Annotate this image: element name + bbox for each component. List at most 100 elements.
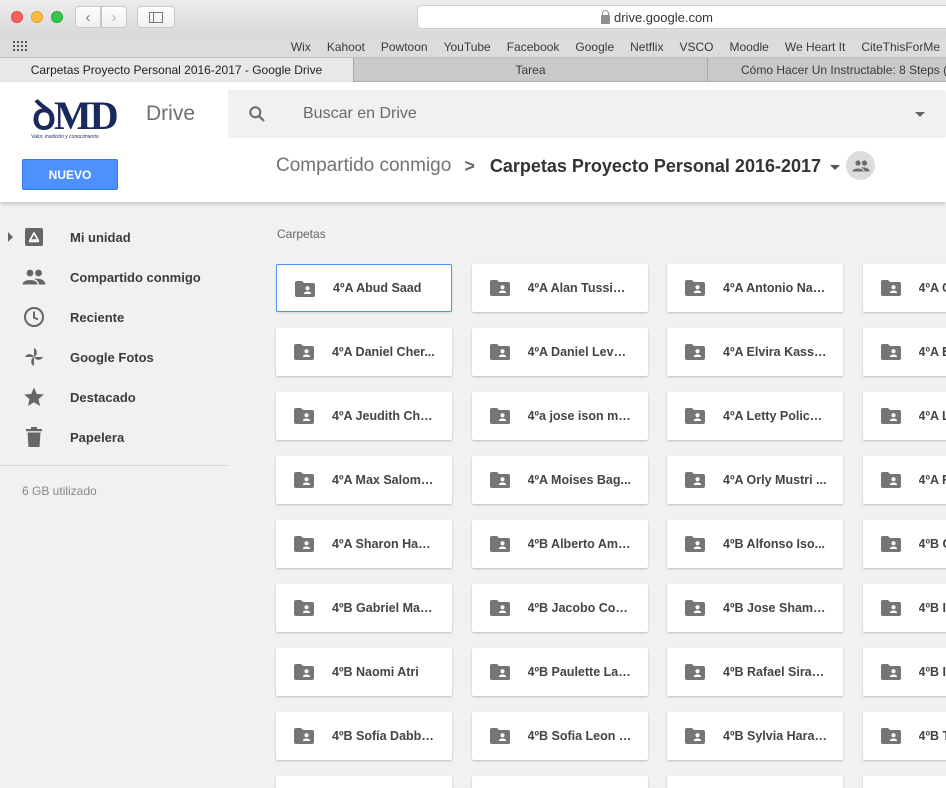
folder-tile[interactable]: 4ºA F [862,456,946,504]
folder-tile[interactable]: 4ºB Sofía Dabba... [276,712,452,760]
expand-arrow-icon[interactable] [8,232,13,242]
forward-button[interactable]: › [101,6,127,28]
zoom-window-button[interactable] [51,11,63,23]
folder-tile[interactable] [471,776,648,788]
school-logo[interactable]: ꝺMD Valor, tradición y conocimiento [28,96,132,141]
folder-tile[interactable]: 4ºB Rafael Sirazi... [667,648,843,696]
folder-tile[interactable]: 4ºA Max Salomo... [276,456,452,504]
sidebar-item-reciente[interactable]: Reciente [0,297,250,337]
new-button[interactable]: NUEVO [22,159,118,190]
folder-tile[interactable]: 4ºA Moises Bag... [471,456,648,504]
sidebar-item-compartido[interactable]: Compartido conmigo [0,257,250,297]
folder-tile[interactable]: 4ºA Elvira Kassi... [667,328,843,376]
folder-tile[interactable]: 4ºA Abud Saad [276,264,452,312]
folder-name: 4ºA Antonio Nak... [723,281,827,295]
breadcrumb-parent[interactable]: Compartido conmigo [276,155,451,177]
sidebar-item-google-fotos[interactable]: Google Fotos [0,337,250,377]
folder-name: 4ºA Max Salomo... [332,473,436,487]
show-sidebar-button[interactable] [137,6,175,28]
top-sites-grid-icon[interactable] [13,41,27,51]
browser-tab-drive[interactable]: Carpetas Proyecto Personal 2016-2017 - G… [0,58,354,82]
folder-tile[interactable]: 4ºA Letty Polica... [667,392,843,440]
shared-folder-icon [489,728,510,744]
search-bar[interactable] [228,90,946,138]
shared-folder-icon [489,344,510,360]
favorite-link[interactable]: We Heart It [785,40,845,54]
shared-folder-button[interactable] [846,151,875,180]
folder-name: 4ºB Sofía Dabba... [332,729,436,743]
folder-name: 4ºA Jeudith Cha... [332,409,436,423]
sidebar-item-mi-unidad[interactable]: Mi unidad [0,217,250,257]
folder-tile[interactable]: 4ºB I [862,648,946,696]
folder-tile[interactable] [276,776,452,788]
folder-tile[interactable] [862,776,946,788]
folder-name: 4ºB Sylvia Harar... [723,729,827,743]
favorite-link[interactable]: VSCO [679,40,713,54]
minimize-window-button[interactable] [31,11,43,23]
folders-section-title: Carpetas [277,227,326,241]
folder-tile[interactable]: 4ºB Naomi Atri [276,648,452,696]
shared-folder-icon [880,472,901,488]
storage-usage[interactable]: 6 GB utilizado [22,484,97,498]
address-bar[interactable]: drive.google.com [417,5,946,29]
folder-tile[interactable]: 4ºA C [862,264,946,312]
close-window-button[interactable] [11,11,23,23]
folder-tile[interactable]: 4ºB T [862,712,946,760]
back-button[interactable]: ‹ [75,6,101,28]
favorite-link[interactable]: Kahoot [327,40,365,54]
folder-tile[interactable]: 4ºA L [862,392,946,440]
folder-tile[interactable]: 4ºA Daniel Levy ... [471,328,648,376]
app-name[interactable]: Drive [146,102,195,126]
folder-tile[interactable]: 4ºB Gabriel Mas... [276,584,452,632]
folder-menu-caret-icon[interactable] [830,164,841,170]
folder-tile[interactable]: 4ºB I [862,584,946,632]
browser-tab-instructable[interactable]: Cómo Hacer Un Instructable: 8 Steps (w [708,58,946,82]
folder-tile[interactable]: 4ºA Daniel Cher... [276,328,452,376]
folder-tile[interactable]: 4ºA Sharon Ham... [276,520,452,568]
sidebar-item-destacado[interactable]: Destacado [0,377,250,417]
favorite-link[interactable]: CiteThisForMe [861,40,940,54]
favorite-link[interactable]: Moodle [729,40,768,54]
favorite-link[interactable]: Powtoon [381,40,428,54]
folder-name: 4ºA L [918,409,946,423]
folder-tile[interactable]: 4ºB C [862,520,946,568]
search-options-caret-icon[interactable] [915,112,925,117]
search-input[interactable] [303,90,863,138]
sidebar-item-papelera[interactable]: Papelera [0,417,250,457]
folder-tile[interactable]: 4ºA E [862,328,946,376]
people-icon [22,265,46,289]
folder-tile[interactable]: 4ºA Antonio Nak... [667,264,843,312]
folder-tile[interactable]: 4ºa jose ison mi... [471,392,648,440]
folder-tile[interactable]: 4ºB Sofia Leon J... [471,712,648,760]
shared-folder-icon [294,664,314,680]
folder-tile[interactable]: 4ºB Alberto Ami... [471,520,648,568]
folder-tile[interactable]: 4ºB Paulette Lan... [471,648,648,696]
folder-tile[interactable] [667,776,843,788]
sidebar-item-label: Papelera [70,429,125,445]
shared-folder-icon [685,664,705,680]
folder-tile[interactable]: 4ºB Sylvia Harar... [667,712,843,760]
favorite-link[interactable]: Facebook [507,40,560,54]
folder-tile[interactable]: 4ºA Jeudith Cha... [276,392,452,440]
folder-name: 4ºB I [918,601,946,615]
favorite-link[interactable]: Wix [291,40,311,54]
folder-name: 4ºB Alberto Ami... [527,537,632,551]
folder-tile[interactable]: 4ºB Jose Shamo... [667,584,843,632]
favorite-link[interactable]: YouTube [444,40,491,54]
breadcrumb-current[interactable]: Carpetas Proyecto Personal 2016-2017 [490,156,821,177]
shared-folder-icon [294,536,314,552]
folder-tile[interactable]: 4ºA Orly Mustri ... [667,456,843,504]
breadcrumb-separator: > [464,155,475,176]
folder-tile[interactable]: 4ºB Jacobo Coh... [471,584,648,632]
chevron-left-icon: ‹ [85,8,91,26]
sidebar-item-label: Google Fotos [70,349,154,365]
star-icon [22,385,46,409]
favorite-link[interactable]: Netflix [630,40,663,54]
favorite-link[interactable]: Google [575,40,614,54]
folder-tile[interactable]: 4ºA Alan Tussie ... [471,264,648,312]
search-icon[interactable] [249,106,265,122]
shared-folder-icon [294,472,314,488]
folder-tile[interactable]: 4ºB Alfonso Iso... [667,520,843,568]
browser-tab-tarea[interactable]: Tarea [354,58,708,82]
shared-folder-icon [489,408,510,424]
